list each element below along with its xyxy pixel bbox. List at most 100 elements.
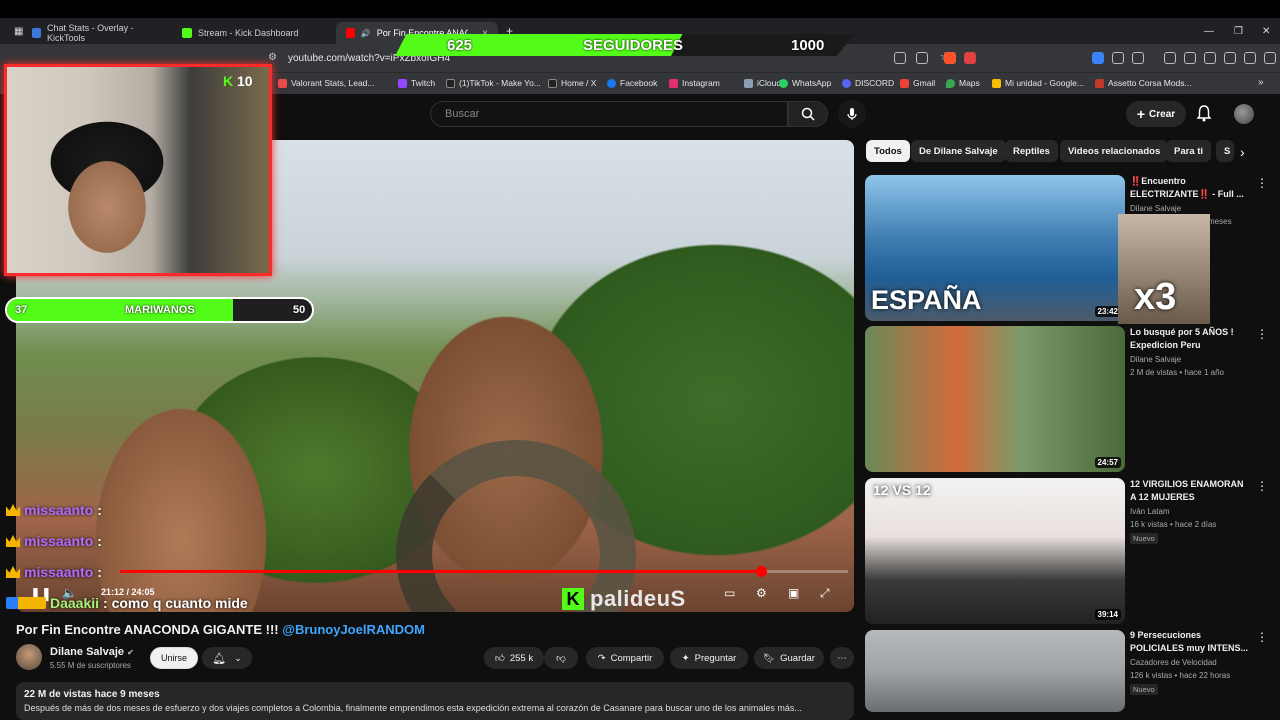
followers-goal-bar: 625 SEGUIDORES 1000 — [395, 34, 855, 56]
close-window-icon[interactable]: ✕ — [1262, 26, 1270, 37]
recommended-channel[interactable]: Iván Latam — [1130, 507, 1170, 516]
new-badge: Nuevo — [1130, 684, 1158, 695]
bookmark-tiktok[interactable]: (1)TikTok - Make Yo... — [446, 78, 541, 88]
more-vertical-icon[interactable]: ⋮ — [1256, 176, 1268, 190]
recommended-title[interactable]: Lo busqué por 5 AÑOS ! Expedicion Peru — [1130, 326, 1250, 352]
vpn-icon[interactable] — [1244, 52, 1256, 64]
ask-button[interactable]: ✦ Preguntar — [670, 647, 748, 669]
icloud-icon — [744, 78, 753, 88]
share-icon[interactable] — [916, 52, 928, 64]
x3-reaction-overlay: x3 — [1118, 214, 1210, 324]
more-horizontal-icon: ⋯ — [837, 652, 847, 664]
speaker-icon: 🔊 — [360, 28, 371, 38]
save-label: Guardar — [780, 652, 815, 664]
sidebar-icon[interactable] — [1184, 52, 1196, 64]
instagram-icon — [669, 78, 678, 88]
progress-scrubber[interactable] — [755, 566, 767, 577]
bookmark-label: Mi unidad - Google... — [1005, 78, 1084, 88]
share-label: Compartir — [610, 652, 653, 664]
rewards-icon[interactable] — [964, 52, 976, 64]
bookmark-assetto[interactable]: Assetto Corsa Mods... — [1095, 78, 1192, 88]
followers-label: SEGUIDORES — [583, 37, 684, 54]
fullscreen-icon[interactable]: ⤢ — [820, 586, 830, 601]
extension-blue-icon[interactable] — [1092, 52, 1104, 64]
more-vertical-icon[interactable]: ⋮ — [1256, 327, 1268, 341]
bookmark-instagram[interactable]: Instagram — [669, 78, 720, 88]
minimize-icon[interactable]: — — [1204, 26, 1214, 37]
chip-reptiles[interactable]: Reptiles — [1005, 140, 1058, 162]
recommended-title[interactable]: 12 VIRGILIOS ENAMORAN A 12 MUJERES — [1130, 478, 1250, 504]
notifications-bell-icon[interactable] — [1196, 104, 1212, 122]
like-button[interactable]: 👍︎ 255 k — [484, 647, 544, 669]
bookmark-valorant[interactable]: Valorant Stats, Lead... — [278, 78, 374, 88]
share-button[interactable]: ↷ Compartir — [586, 647, 664, 669]
tab-label: Chat Stats - Overlay - KickTools — [47, 23, 134, 43]
dislike-button[interactable]: 👎︎ — [544, 647, 578, 669]
bookmark-whatsapp[interactable]: WhatsApp — [779, 78, 831, 88]
bookmark-drive[interactable]: Mi unidad - Google... — [992, 78, 1084, 88]
channel-name[interactable]: Dilane Salvaje ✔ — [50, 646, 134, 658]
join-button[interactable]: Unirse — [150, 647, 198, 669]
chip-todos[interactable]: Todos — [866, 140, 910, 162]
video-title-mention[interactable]: @BrunoyJoelRANDOM — [282, 622, 425, 637]
user-avatar[interactable] — [1234, 104, 1254, 124]
chevron-right-icon[interactable]: › — [1240, 144, 1245, 160]
recommended-channel[interactable]: Dilane Salvaje — [1130, 355, 1181, 364]
bookmark-maps[interactable]: Maps — [946, 78, 980, 88]
recommended-thumbnail[interactable]: 12 VS 12 39:14 — [865, 478, 1125, 624]
recommended-thumbnail[interactable]: ESPAÑA 23:42 — [865, 175, 1125, 321]
media-icon[interactable] — [1132, 52, 1144, 64]
more-vertical-icon[interactable]: ⋮ — [1256, 479, 1268, 493]
recommended-channel[interactable]: Cazadores de Velocidad — [1130, 658, 1217, 667]
chip-channel[interactable]: De Dilane Salvaje — [911, 140, 1006, 162]
recommended-meta: 2 M de vistas • hace 1 año — [1130, 368, 1224, 377]
bookmark-discord[interactable]: DISCORD — [842, 78, 894, 88]
chip-more[interactable]: S — [1216, 140, 1234, 162]
bookmark-gmail[interactable]: Gmail — [900, 78, 935, 88]
music-icon[interactable] — [1164, 52, 1176, 64]
bookmark-icloud[interactable]: iCloud — [744, 78, 781, 88]
bookmark-twitch[interactable]: Twitch — [398, 78, 435, 88]
more-bookmarks-icon[interactable]: » — [1258, 77, 1264, 88]
kick-badge-icon: K — [223, 73, 234, 89]
share-arrow-icon: ↷ — [597, 652, 606, 664]
brave-shield-icon[interactable] — [944, 52, 956, 64]
description-box[interactable] — [16, 682, 854, 720]
recommended-channel[interactable]: Dilane Salvaje — [1130, 204, 1181, 213]
settings-gear-icon[interactable]: ⚙ — [756, 586, 767, 600]
bookmark-x[interactable]: Home / X — [548, 78, 596, 88]
maximize-icon[interactable]: ❐ — [1234, 26, 1243, 37]
channel-avatar[interactable] — [16, 644, 42, 670]
search-button[interactable] — [788, 101, 828, 127]
subs-goal-fill — [7, 299, 233, 321]
recommended-title[interactable]: 9 Persecuciones POLICIALES muy INTENS... — [1130, 629, 1250, 655]
site-info-icon[interactable]: ⚙ — [268, 52, 277, 63]
subtitles-icon[interactable]: ▭ — [724, 586, 735, 600]
bookmark-facebook[interactable]: Facebook — [607, 78, 657, 88]
search-input[interactable]: Buscar — [430, 101, 788, 127]
video-title: Por Fin Encontre ANACONDA GIGANTE !!! @B… — [16, 622, 425, 637]
leo-ai-icon[interactable] — [1224, 52, 1236, 64]
search-icon — [801, 107, 815, 121]
chip-related[interactable]: Videos relacionados — [1060, 140, 1169, 162]
chip-for-you[interactable]: Para ti — [1166, 140, 1212, 162]
menu-icon[interactable] — [1264, 52, 1276, 64]
more-vertical-icon[interactable]: ⋮ — [1256, 630, 1268, 644]
tab-kick-dashboard[interactable]: Stream - Kick Dashboard — [172, 22, 332, 44]
cast-icon[interactable] — [894, 52, 906, 64]
create-button[interactable]: + Crear — [1126, 101, 1186, 127]
chat-username: missaanto — [24, 533, 94, 549]
recommended-thumbnail[interactable]: 24:57 — [865, 326, 1125, 472]
wallet-icon[interactable] — [1204, 52, 1216, 64]
voice-search-button[interactable] — [838, 100, 866, 128]
save-button[interactable]: 🔖︎ Guardar — [754, 647, 824, 669]
recommended-thumbnail[interactable] — [865, 630, 1125, 712]
subscription-bell-button[interactable]: 🔔︎ ⌄ — [202, 647, 252, 669]
recommended-title[interactable]: ‼️Encuentro ELECTRIZANTE‼️ - Full ... — [1130, 175, 1250, 201]
more-actions-button[interactable]: ⋯ — [830, 647, 854, 669]
twitch-icon — [398, 78, 407, 88]
extensions-icon[interactable] — [1112, 52, 1124, 64]
chat-username: missaanto — [24, 502, 94, 518]
tab-chat-stats[interactable]: Chat Stats - Overlay - KickTools — [22, 22, 172, 44]
miniplayer-icon[interactable]: ▣ — [788, 586, 799, 600]
